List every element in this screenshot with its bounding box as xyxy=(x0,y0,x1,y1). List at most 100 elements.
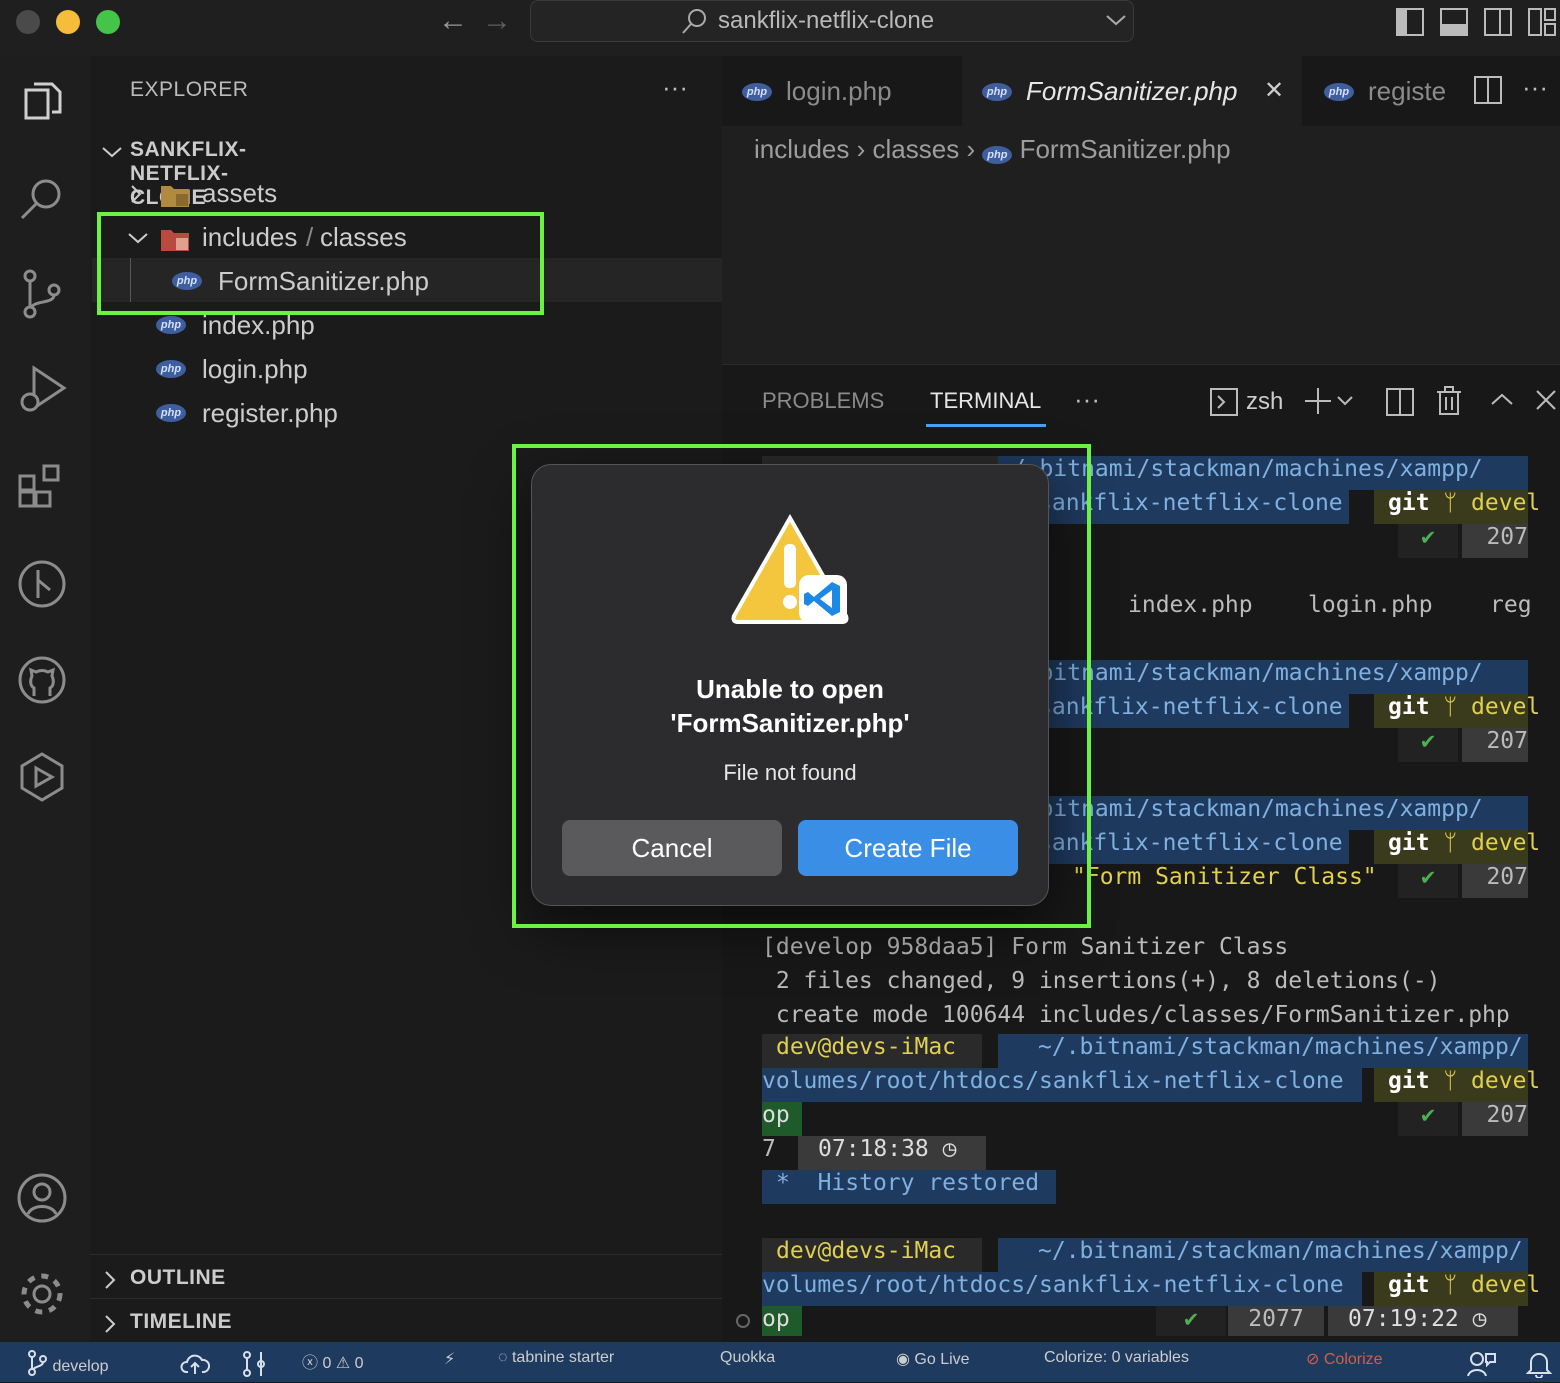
terminal-path: ~/.bitnami/stackman/machines/xampp/ xyxy=(998,1238,1528,1272)
git-graph-icon[interactable] xyxy=(14,556,70,612)
remote-explorer-icon[interactable] xyxy=(14,748,70,804)
tree-item-assets[interactable]: assets xyxy=(126,178,716,212)
warning-status-icon: ⚠ xyxy=(335,1355,351,1372)
tab-label: login.php xyxy=(786,76,892,106)
customize-layout-icon[interactable] xyxy=(1528,8,1556,41)
terminal-git: git ᛘ devel xyxy=(1374,490,1540,524)
status-tabnine[interactable]: ◌ tabnine starter xyxy=(498,1349,614,1367)
toggle-secondary-sidebar-icon[interactable] xyxy=(1484,8,1512,41)
lightning-icon[interactable]: ⚡ xyxy=(444,1349,455,1369)
feedback-icon[interactable] xyxy=(1466,1350,1496,1383)
terminal-number: 7 xyxy=(762,1136,776,1162)
add-terminal-icon[interactable] xyxy=(1304,386,1360,421)
github-icon[interactable] xyxy=(14,652,70,708)
tabnine-label: tabnine starter xyxy=(511,1349,615,1366)
terminal-history: * History restored xyxy=(762,1170,1056,1204)
terminal-commit-msg: "Form Sanitizer Class" xyxy=(1072,864,1377,890)
terminal-icon xyxy=(1210,388,1238,421)
toggle-panel-icon[interactable] xyxy=(1440,8,1468,41)
broadcast-icon: ◉ xyxy=(896,1351,910,1368)
terminal-user: dev@devs-iMac xyxy=(762,1238,982,1272)
search-view-icon[interactable] xyxy=(14,170,70,226)
php-file-icon: php xyxy=(156,316,186,334)
extensions-icon[interactable] xyxy=(14,458,70,514)
status-colorize[interactable]: ⊘ Colorize xyxy=(1306,1349,1383,1369)
split-editor-icon[interactable] xyxy=(1474,76,1502,109)
panel-more-button[interactable]: ··· xyxy=(1074,384,1100,415)
gear-icon[interactable] xyxy=(14,1266,70,1322)
chevron-down-icon[interactable] xyxy=(1104,10,1128,35)
accounts-icon[interactable] xyxy=(14,1170,70,1226)
status-colorize-vars[interactable]: Colorize: 0 variables xyxy=(1044,1349,1189,1367)
terminal-number: 207 xyxy=(1462,1102,1528,1136)
status-go-live[interactable]: ◉ Go Live xyxy=(896,1349,970,1369)
status-branch[interactable]: develop xyxy=(26,1349,109,1377)
terminal-file: index.php xyxy=(1128,592,1253,618)
explorer-more-button[interactable]: ··· xyxy=(662,72,688,103)
php-file-icon: php xyxy=(742,83,772,101)
tree-item-index[interactable]: php index.php xyxy=(156,310,716,344)
active-tab-indicator xyxy=(926,424,1046,427)
forward-arrow-icon[interactable]: → xyxy=(482,4,512,38)
highlight-box-tree xyxy=(97,212,544,315)
terminal-number: 207 xyxy=(1462,728,1528,762)
status-quokka[interactable]: Quokka xyxy=(720,1349,775,1367)
run-debug-icon[interactable] xyxy=(14,362,70,418)
tree-item-label: register.php xyxy=(202,398,338,428)
bell-icon[interactable] xyxy=(1525,1350,1553,1383)
terminal-git: git ᛘ devel xyxy=(1374,830,1540,864)
tab-terminal[interactable]: TERMINAL xyxy=(930,388,1041,414)
command-center-text: sankflix-netflix-clone xyxy=(718,7,935,34)
terminal-git: git ᛘ devel xyxy=(1374,694,1540,728)
maximize-panel-icon[interactable] xyxy=(1488,390,1516,415)
warning-count: 0 xyxy=(354,1355,364,1372)
tab-formsanitizer[interactable]: php FormSanitizer.php ✕ xyxy=(962,56,1302,126)
terminal-path-cont: volumes/root/htdocs/sankflix-netflix-clo… xyxy=(762,1068,1362,1102)
back-arrow-icon[interactable]: ← xyxy=(438,4,468,38)
terminal-path: ~/.bitnami/stackman/machines/xampp/ xyxy=(998,1034,1528,1068)
php-file-icon: php xyxy=(156,404,186,422)
check-icon: ✔ xyxy=(1398,1102,1458,1136)
highlight-box-dialog xyxy=(512,444,1091,928)
breadcrumb-item[interactable]: classes xyxy=(873,134,960,164)
terminal-number: 2077 xyxy=(1228,1306,1324,1336)
editor-more-button[interactable]: ··· xyxy=(1522,72,1548,103)
breadcrumb-item[interactable]: FormSanitizer.php xyxy=(1020,134,1231,164)
close-panel-icon[interactable] xyxy=(1534,388,1558,417)
cloud-upload-icon[interactable] xyxy=(180,1352,211,1381)
timeline-section-header[interactable]: TIMELINE xyxy=(100,1310,710,1340)
tree-item-register[interactable]: php register.php xyxy=(156,398,716,432)
check-icon: ✔ xyxy=(1398,728,1458,762)
close-icon[interactable]: ✕ xyxy=(1264,76,1284,105)
terminal-file: reg xyxy=(1490,592,1532,618)
source-control-icon[interactable] xyxy=(14,266,70,322)
terminal-op: op xyxy=(762,1102,802,1136)
tab-register[interactable]: php registe xyxy=(1304,56,1464,126)
terminal-file: login.php xyxy=(1308,592,1433,618)
maximize-window-button[interactable] xyxy=(96,10,120,34)
git-graph-status-icon[interactable] xyxy=(240,1350,268,1383)
explorer-icon[interactable] xyxy=(14,76,70,132)
terminal-number: 207 xyxy=(1462,864,1528,898)
tab-problems[interactable]: PROBLEMS xyxy=(762,388,884,414)
colorize-label: Colorize xyxy=(1323,1351,1383,1368)
breadcrumb-item[interactable]: includes xyxy=(754,134,849,164)
minimize-window-button[interactable] xyxy=(56,10,80,34)
outline-section-header[interactable]: OUTLINE xyxy=(100,1266,710,1296)
outline-title: OUTLINE xyxy=(130,1266,226,1289)
status-problems[interactable]: ⓧ 0 ⚠ 0 xyxy=(302,1349,364,1373)
tab-login[interactable]: php login.php xyxy=(722,56,960,126)
branch-name: develop xyxy=(52,1358,109,1375)
terminal-decoration-icon[interactable] xyxy=(736,1314,750,1328)
error-icon: ⓧ xyxy=(302,1355,319,1372)
terminal-shell-name[interactable]: zsh xyxy=(1246,388,1283,416)
close-window-button[interactable] xyxy=(16,10,40,34)
toggle-sidebar-icon[interactable] xyxy=(1396,8,1424,41)
php-file-icon: php xyxy=(982,146,1013,164)
trash-icon[interactable] xyxy=(1436,386,1462,421)
terminal-time: 07:19:22 ◷ xyxy=(1328,1306,1518,1336)
check-icon: ✔ xyxy=(1398,524,1458,558)
tree-item-login[interactable]: php login.php xyxy=(156,354,716,388)
check-icon: ✔ xyxy=(1156,1306,1226,1336)
split-terminal-icon[interactable] xyxy=(1386,388,1414,421)
